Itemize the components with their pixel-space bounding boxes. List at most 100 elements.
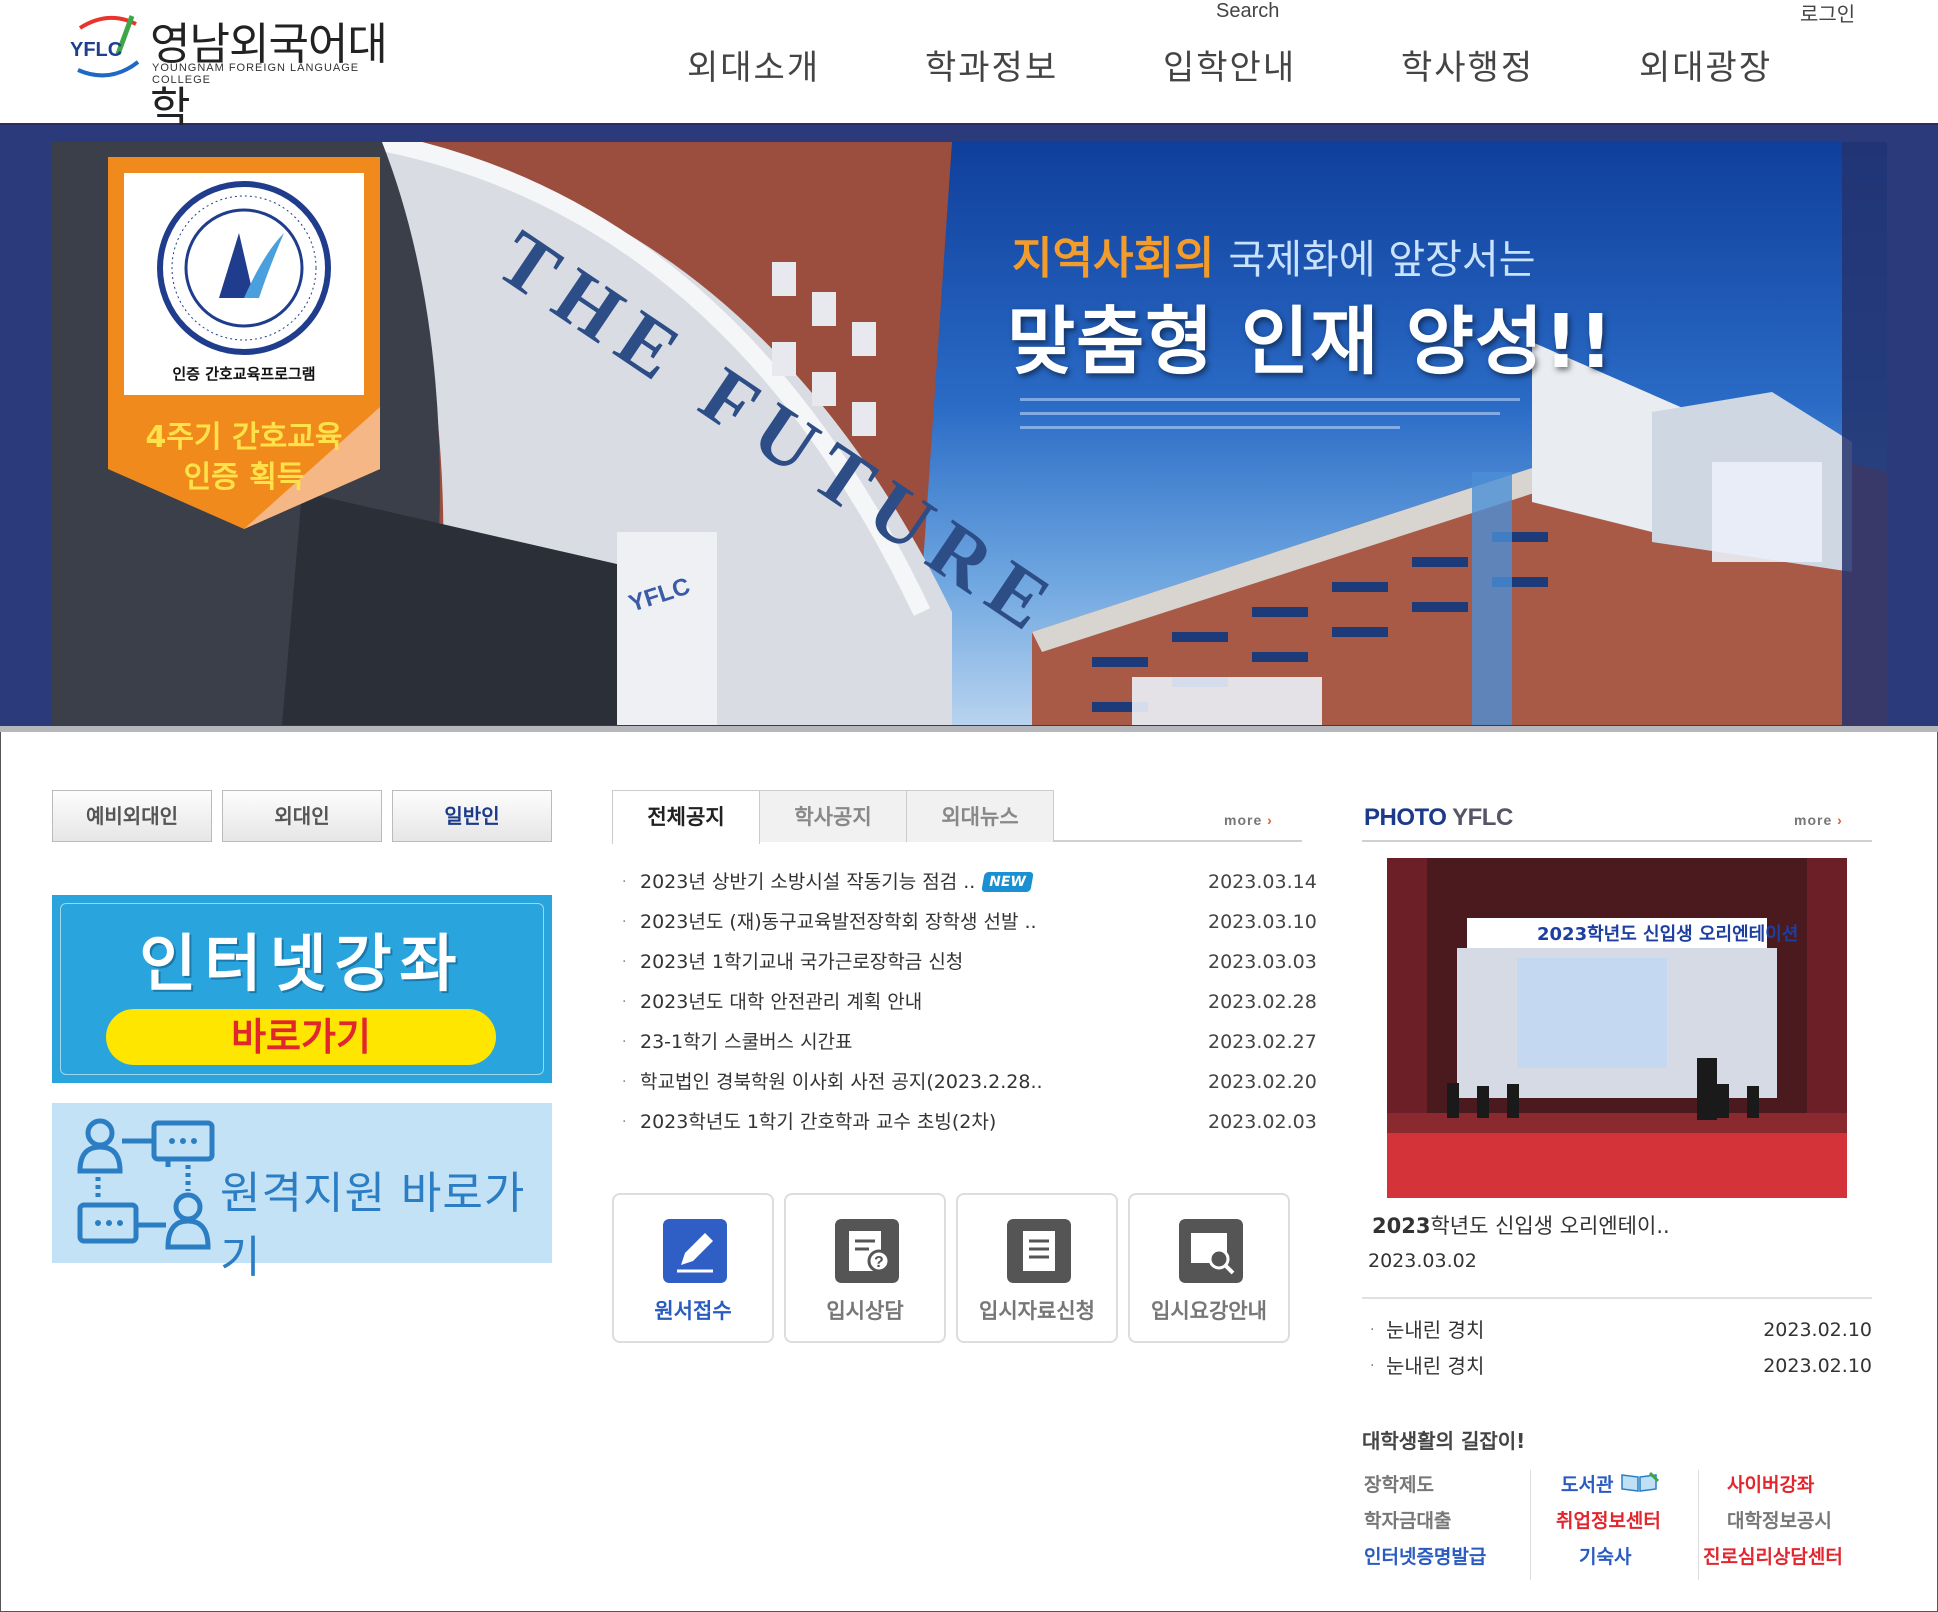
bullet-icon: · bbox=[1370, 1322, 1375, 1338]
notice-item[interactable]: · 2023년도 대학 안전관리 계획 안내 2023.02.28 bbox=[622, 982, 1317, 1022]
document-list-icon bbox=[1007, 1219, 1071, 1283]
book-icon bbox=[1621, 1471, 1660, 1492]
notice-title-text: 2023년 상반기 소방시설 작동기능 점검 .. bbox=[640, 871, 976, 893]
remote-support-banner[interactable]: 원격지원 바로가기 bbox=[52, 1103, 552, 1283]
bullet-icon: · bbox=[622, 1034, 627, 1050]
campus-guide-title: 대학생활의 길잡이! bbox=[1362, 1429, 1526, 1453]
notice-board: 전체공지 학사공지 외대뉴스 more › · 2023년 상반기 소방시설 작동… bbox=[612, 790, 1317, 1133]
internet-course-banner[interactable]: 인터넷강좌 바로가기 bbox=[52, 895, 552, 1083]
tab-prospective-students[interactable]: 예비외대인 bbox=[52, 790, 212, 842]
notice-more-link[interactable]: more › bbox=[1224, 812, 1273, 828]
consultation-button[interactable]: ? 입시상담 bbox=[784, 1193, 946, 1343]
guide-column-1: 장학제도 학자금대출 인터넷증명발급 bbox=[1362, 1470, 1530, 1580]
banner-image[interactable]: THE FUTURE YFLC 인증 간호교육프로그램 4주기 간호교육 인증 … bbox=[52, 142, 1887, 725]
link-info-disclosure[interactable]: 대학정보공시 bbox=[1727, 1506, 1832, 1533]
photo-item-title[interactable]: 눈내린 경치 bbox=[1386, 1312, 1484, 1348]
headline-orange: 지역사회의 bbox=[1012, 233, 1215, 284]
new-badge: NEW bbox=[981, 872, 1034, 892]
campus-guide-links: 장학제도 학자금대출 인터넷증명발급 도서관 취업정보센터 기숙사 사이버강좌 … bbox=[1362, 1470, 1872, 1580]
notice-item[interactable]: · 2023년도 (재)동구교육발전장학회 장학생 선발 .. 2023.03.10 bbox=[622, 902, 1317, 942]
tab-academic-notices[interactable]: 학사공지 bbox=[759, 790, 907, 842]
notice-item[interactable]: · 2023년 상반기 소방시설 작동기능 점검 .. NEW 2023.03.14 bbox=[622, 862, 1317, 902]
remote-support-label: 원격지원 바로가기 bbox=[220, 1168, 526, 1283]
photo-list-item[interactable]: · 눈내린 경치 2023.02.10 bbox=[1366, 1312, 1872, 1348]
photo-item-date: 2023.02.10 bbox=[1763, 1355, 1872, 1377]
photo-caption-bold: 2023 bbox=[1372, 1214, 1431, 1238]
notice-item[interactable]: · 학교법인 경북학원 이사회 사전 공지(2023.2.28.. 2023.02.… bbox=[622, 1062, 1317, 1102]
notice-item[interactable]: · 2023학년도 1학기 간호학과 교수 초빙(2차) 2023.02.03 bbox=[622, 1102, 1317, 1142]
notice-date: 2023.02.20 bbox=[1208, 1071, 1317, 1093]
link-career-center[interactable]: 취업정보센터 bbox=[1556, 1506, 1661, 1533]
photo-item-title[interactable]: 눈내린 경치 bbox=[1386, 1348, 1484, 1384]
bullet-icon: · bbox=[622, 874, 627, 890]
notice-title[interactable]: 2023년도 대학 안전관리 계획 안내 bbox=[640, 982, 922, 1022]
pencil-icon bbox=[663, 1219, 727, 1283]
link-scholarship[interactable]: 장학제도 bbox=[1364, 1470, 1434, 1497]
nav-academic-affairs[interactable]: 학사행정 bbox=[1401, 40, 1534, 89]
nav-admissions[interactable]: 입학안내 bbox=[1163, 40, 1296, 89]
photo-list: · 눈내린 경치 2023.02.10 · 눈내린 경치 2023.02.10 bbox=[1366, 1312, 1872, 1384]
accreditation-badge[interactable]: 인증 간호교육프로그램 4주기 간호교육 인증 획득 bbox=[108, 157, 380, 587]
photo-more-label: more bbox=[1794, 812, 1833, 828]
request-materials-label: 입시자료신청 bbox=[979, 1299, 1095, 1323]
nursing-accreditation-emblem-icon bbox=[157, 181, 331, 355]
chevron-right-icon: › bbox=[1267, 812, 1273, 828]
notice-title[interactable]: 2023년 상반기 소방시설 작동기능 점검 .. NEW bbox=[640, 862, 1034, 902]
photo-date: 2023.03.02 bbox=[1368, 1250, 1477, 1272]
photo-item-date: 2023.02.10 bbox=[1763, 1319, 1872, 1341]
link-counseling-center[interactable]: 진로심리상담센터 bbox=[1703, 1542, 1843, 1569]
nav-departments[interactable]: 학과정보 bbox=[925, 40, 1058, 89]
yflc-logo-icon: YFLC bbox=[70, 15, 140, 78]
bullet-icon: · bbox=[622, 914, 627, 930]
notice-item[interactable]: · 2023년 1학기교내 국가근로장학금 신청 2023.03.03 bbox=[622, 942, 1317, 982]
request-materials-button[interactable]: 입시자료신청 bbox=[956, 1193, 1118, 1343]
link-dormitory[interactable]: 기숙사 bbox=[1579, 1542, 1631, 1569]
hall-banner-text: 2023학년도 신입생 오리엔테이션 bbox=[1537, 923, 1798, 945]
orientation-photo[interactable]: 2023학년도 신입생 오리엔테이션 bbox=[1387, 858, 1847, 1198]
notice-title[interactable]: 학교법인 경북학원 이사회 사전 공지(2023.2.28.. bbox=[640, 1062, 1043, 1102]
notice-title[interactable]: 2023학년도 1학기 간호학과 교수 초빙(2차) bbox=[640, 1102, 996, 1142]
tab-college-news[interactable]: 외대뉴스 bbox=[906, 790, 1054, 842]
admission-guide-button[interactable]: 입시요강안내 bbox=[1128, 1193, 1290, 1343]
notice-title[interactable]: 23-1학기 스쿨버스 시간표 bbox=[640, 1022, 853, 1062]
svg-text:?: ? bbox=[874, 1254, 884, 1271]
tab-students[interactable]: 외대인 bbox=[222, 790, 382, 842]
admission-quick-links: 원서접수 ? 입시상담 입시자료신청 입시요강안내 bbox=[612, 1193, 1302, 1343]
orientation-hall-picture: 2023학년도 신입생 오리엔테이션 bbox=[1387, 858, 1847, 1198]
nav-plaza[interactable]: 외대광장 bbox=[1639, 40, 1772, 89]
badge-caption: 인증 간호교육프로그램 bbox=[172, 365, 316, 383]
photo-list-item[interactable]: · 눈내린 경치 2023.02.10 bbox=[1366, 1348, 1872, 1384]
admission-guide-label: 입시요강안내 bbox=[1151, 1299, 1267, 1323]
banner-headline-main: 맞춤형 인재 양성!! bbox=[1007, 299, 1614, 385]
login-link[interactable]: 로그인 bbox=[1800, 0, 1855, 27]
link-library[interactable]: 도서관 bbox=[1561, 1470, 1660, 1497]
photo-title-light: YFLC bbox=[1452, 804, 1513, 831]
notice-title[interactable]: 2023년 1학기교내 국가근로장학금 신청 bbox=[640, 942, 963, 982]
tab-all-notices[interactable]: 전체공지 bbox=[612, 790, 760, 844]
internet-course-title: 인터넷강좌 bbox=[139, 927, 465, 1000]
link-student-loan[interactable]: 학자금대출 bbox=[1364, 1506, 1451, 1533]
bullet-icon: · bbox=[622, 1114, 627, 1130]
tab-general-public[interactable]: 일반인 bbox=[392, 790, 552, 842]
link-cyber-course[interactable]: 사이버강좌 bbox=[1727, 1470, 1814, 1497]
banner-headline-top: 지역사회의 국제화에 앞장서는 bbox=[1012, 222, 1536, 286]
bullet-icon: · bbox=[622, 994, 627, 1010]
notice-date: 2023.03.03 bbox=[1208, 951, 1317, 973]
link-certificate-issuance[interactable]: 인터넷증명발급 bbox=[1364, 1542, 1486, 1569]
internet-course-button[interactable]: 바로가기 bbox=[106, 1009, 496, 1065]
apply-button[interactable]: 원서접수 bbox=[612, 1193, 774, 1343]
site-logo[interactable]: YFLC 영남외국어대학 YOUNGNAM FOREIGN LANGUAGE C… bbox=[70, 6, 420, 134]
search-link[interactable]: Search bbox=[1216, 0, 1279, 23]
photo-caption-rest: 학년도 신입생 오리엔테이.. bbox=[1430, 1214, 1670, 1238]
notice-title[interactable]: 2023년도 (재)동구교육발전장학회 장학생 선발 .. bbox=[640, 902, 1037, 942]
divider bbox=[1362, 1297, 1872, 1299]
notice-item[interactable]: · 23-1학기 스쿨버스 시간표 2023.02.27 bbox=[622, 1022, 1317, 1062]
badge-card: 인증 간호교육프로그램 bbox=[124, 173, 364, 395]
photo-more-link[interactable]: more › bbox=[1794, 812, 1843, 828]
apply-label: 원서접수 bbox=[654, 1299, 732, 1323]
link-library-label: 도서관 bbox=[1561, 1474, 1614, 1496]
nav-about[interactable]: 외대소개 bbox=[687, 40, 820, 89]
audience-tabs: 예비외대인 외대인 일반인 bbox=[52, 790, 552, 842]
photo-caption[interactable]: 2023학년도 신입생 오리엔테이.. bbox=[1372, 1210, 1670, 1240]
badge-headline-1: 4주기 간호교육 bbox=[145, 420, 343, 455]
